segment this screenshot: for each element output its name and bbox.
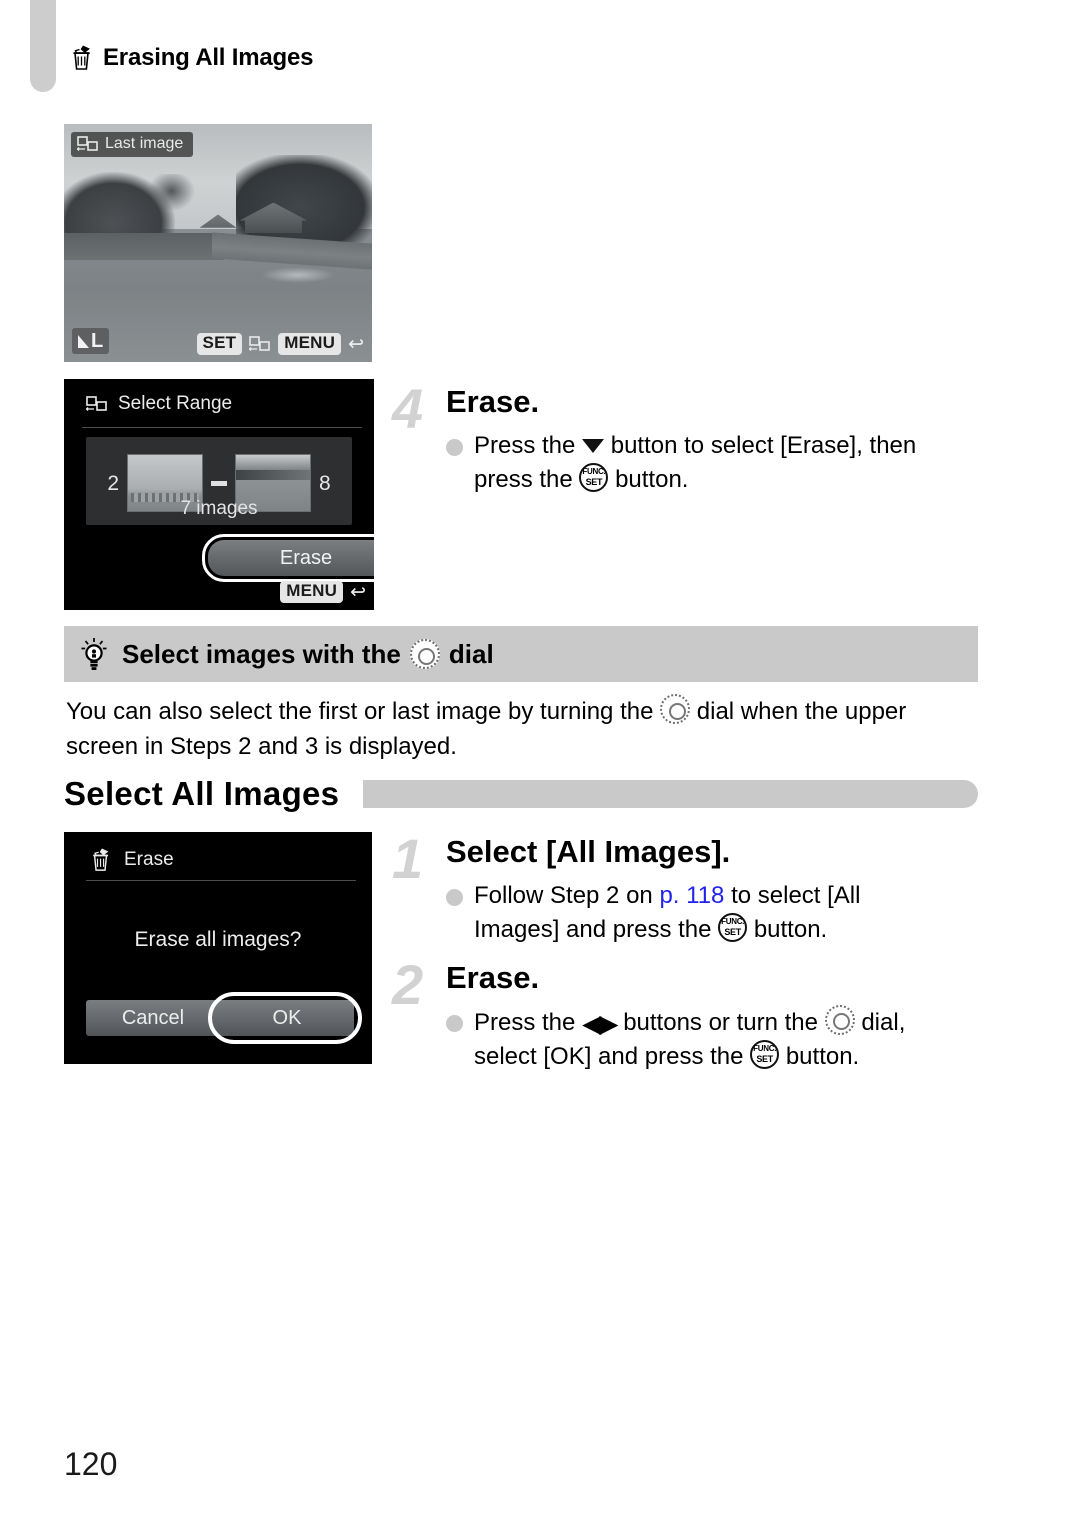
- step-2-title: Erase.: [446, 960, 540, 995]
- camera-screen-last-image: Last image L SET MENU ↩: [64, 124, 372, 362]
- step-4-text-2: button to select [Erase], then: [610, 431, 917, 459]
- control-dial-icon: [824, 1004, 855, 1035]
- set-button[interactable]: SET: [196, 333, 243, 355]
- tip-title-text-1: Select images with the: [122, 638, 401, 669]
- step-4-number: 4: [392, 377, 424, 440]
- step-4-title: Erase.: [446, 384, 540, 419]
- tip-body: You can also select the first or last im…: [66, 694, 986, 765]
- control-dial-icon: [409, 639, 440, 669]
- select-range-icon: [249, 336, 271, 352]
- func-set-bottom-label: SET: [585, 476, 603, 487]
- tip-body-text-2: dial when the upper: [696, 698, 907, 725]
- range-preview-panel: 2 8 7 images: [86, 437, 352, 525]
- last-image-label-text: Last image: [105, 135, 184, 152]
- step-2-body: Press the ◀▶ buttons or turn the dial, s…: [446, 1004, 992, 1074]
- screen2-bottom-bar: MENU ↩: [280, 581, 366, 603]
- step-1-body: Follow Step 2 on p. 118 to select [All I…: [446, 879, 992, 947]
- func-set-top-label: FUNC.: [582, 466, 606, 476]
- step-1-block: 1 Select [All Images]. Follow Step 2 on …: [392, 827, 992, 947]
- image-quality-badge: L: [72, 328, 110, 354]
- erase-button-selection-ring: Erase: [202, 534, 374, 582]
- select-range-icon: [86, 396, 108, 412]
- erase-confirm-question: Erase all images?: [134, 928, 302, 951]
- func-set-bottom-label: SET: [724, 926, 741, 937]
- step-4-block: 4 Erase. Press the button to select [Era…: [392, 377, 992, 497]
- erase-button[interactable]: Erase: [208, 540, 374, 576]
- tip-body-text-1: You can also select the first or last im…: [66, 698, 654, 725]
- screen1-bottom-bar: SET MENU ↩: [196, 333, 364, 355]
- range-first-index: 2: [107, 471, 119, 495]
- step-2-block: 2 Erase. Press the ◀▶ buttons or turn th…: [392, 953, 992, 1074]
- bullet-icon: [446, 1014, 463, 1032]
- step-2-text-2: buttons or turn the: [623, 1008, 818, 1036]
- section-heading-text: Select All Images: [64, 775, 340, 812]
- range-image-count: 7 images: [180, 498, 258, 519]
- bullet-icon: [446, 438, 463, 456]
- trash-erase-icon: [70, 45, 94, 71]
- control-dial-icon: [660, 694, 691, 724]
- erase-dialog-title: Erase: [90, 848, 174, 872]
- return-arrow-icon: ↩: [348, 333, 364, 355]
- range-last-index: 8: [319, 471, 331, 495]
- select-range-title: Select Range: [86, 393, 232, 415]
- erase-confirm-buttons: Cancel OK: [86, 1000, 354, 1036]
- page-tab-marker: [30, 0, 56, 92]
- lightbulb-icon: [80, 637, 108, 671]
- range-dash-icon: [211, 480, 227, 486]
- divider: [86, 880, 356, 881]
- trash-erase-icon: [90, 848, 112, 872]
- step-1-title: Select [All Images].: [446, 834, 731, 869]
- step-2-number: 2: [392, 953, 424, 1016]
- ok-button[interactable]: OK: [220, 1000, 354, 1036]
- step-1-text-1: Follow Step 2 on: [474, 881, 653, 909]
- camera-screen-select-range: Select Range 2 8 7 images Erase MENU ↩: [64, 379, 374, 610]
- return-arrow-icon: ↩: [350, 581, 366, 603]
- last-image-label: Last image: [71, 132, 194, 157]
- cancel-button[interactable]: Cancel: [86, 1000, 220, 1036]
- step-2-text-4: select [OK] and press the: [474, 1042, 744, 1070]
- tip-box: Select images with the dial: [64, 626, 978, 682]
- step-4-text-4: button.: [615, 465, 689, 493]
- menu-button[interactable]: MENU: [278, 333, 342, 355]
- step-4-text-1: Press the: [474, 431, 576, 459]
- func-set-button-icon: FUNC. SET: [718, 912, 748, 942]
- tip-title: Select images with the dial: [122, 639, 494, 670]
- quality-fine-icon: [78, 334, 89, 348]
- select-range-title-text: Select Range: [118, 393, 233, 414]
- section-heading: Select All Images: [64, 775, 978, 812]
- step-1-number: 1: [392, 827, 424, 890]
- arrow-down-icon: [582, 438, 605, 453]
- erase-dialog-title-text: Erase: [124, 849, 174, 870]
- step-1-text-3: Images] and press the: [474, 915, 712, 943]
- step-2-text-1: Press the: [474, 1008, 576, 1036]
- tip-title-text-2: dial: [448, 638, 494, 669]
- bullet-icon: [446, 888, 463, 906]
- step-1-text-2: to select [All: [731, 881, 861, 909]
- tip-body-text-3: screen in Steps 2 and 3 is displayed.: [66, 732, 457, 760]
- func-set-top-label: FUNC.: [753, 1043, 777, 1053]
- divider: [82, 427, 362, 428]
- step-4-text-3: press the: [474, 465, 573, 493]
- func-set-button-icon: FUNC. SET: [750, 1039, 780, 1069]
- func-set-top-label: FUNC.: [721, 916, 745, 926]
- page-number: 120: [64, 1446, 118, 1482]
- menu-button[interactable]: MENU: [280, 581, 344, 603]
- sample-photo: [64, 124, 372, 362]
- page-reference-link[interactable]: p. 118: [659, 882, 724, 909]
- running-head-title: Erasing All Images: [103, 44, 314, 71]
- func-set-bottom-label: SET: [756, 1053, 773, 1064]
- step-1-text-4: button.: [753, 915, 828, 943]
- step-4-body: Press the button to select [Erase], then…: [446, 429, 992, 497]
- step-2-text-5: button.: [785, 1042, 860, 1070]
- func-set-button-icon: FUNC. SET: [579, 462, 609, 492]
- section-heading-bar: [363, 780, 978, 808]
- quality-size-label: L: [91, 330, 104, 352]
- select-range-icon: [77, 136, 99, 152]
- camera-screen-erase-confirm: Erase Erase all images? Cancel OK: [64, 832, 372, 1064]
- step-2-text-3: dial,: [861, 1008, 906, 1036]
- arrow-left-right-icon: ◀▶: [582, 1009, 618, 1038]
- running-head: Erasing All Images: [70, 44, 313, 72]
